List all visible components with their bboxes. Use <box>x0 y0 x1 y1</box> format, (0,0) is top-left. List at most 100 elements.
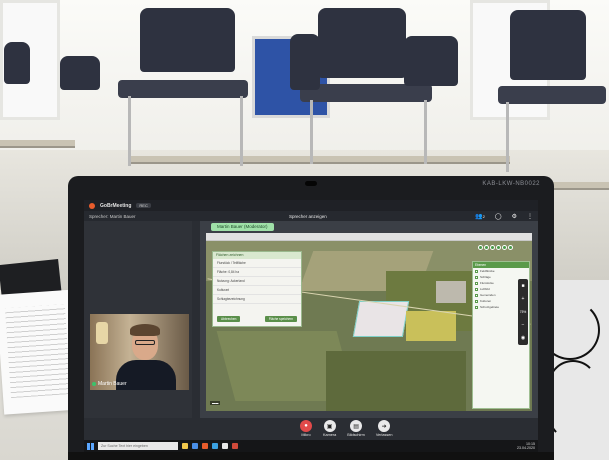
top-right-icons: 👥2 ◯ ⚙ ⋮ <box>475 213 533 220</box>
system-clock[interactable]: 10:15 23.04.2020 <box>517 442 535 450</box>
cable <box>548 360 598 440</box>
leave-button[interactable]: ➜ Verlassen <box>376 420 393 437</box>
presenter-label: Martin Bauer (Moderator) <box>211 223 274 231</box>
participant-video[interactable] <box>90 314 189 390</box>
dialog-title: Flächen zeichnen <box>213 252 301 259</box>
microphone-icon[interactable]: ● <box>300 420 312 432</box>
fullscreen-icon[interactable]: ■ <box>521 283 524 289</box>
checkbox-icon[interactable] <box>475 287 478 291</box>
leave-label: Verlassen <box>375 433 393 437</box>
participants-icon[interactable]: 👥2 <box>475 213 485 220</box>
map-toolbar <box>478 245 513 250</box>
participant-panel: Martin Bauer <box>84 221 192 418</box>
map-tool-icon[interactable] <box>484 245 489 250</box>
zoom-in-icon[interactable]: + <box>522 296 525 302</box>
map-field <box>326 351 466 411</box>
laptop-bezel <box>68 452 554 460</box>
zoom-out-icon[interactable]: − <box>522 322 525 328</box>
chair <box>498 86 606 104</box>
chair-leg <box>424 100 427 164</box>
taskbar-search[interactable]: Zur Suche Text hier eingeben <box>98 442 178 450</box>
layer-label: Schutzgebiete <box>480 305 500 309</box>
explorer-icon[interactable] <box>182 443 188 449</box>
layer-label: Flurstücke <box>480 281 494 285</box>
meeting-app-icon[interactable] <box>232 443 238 449</box>
mic-active-icon <box>92 382 96 386</box>
chat-icon[interactable]: ◯ <box>495 213 502 220</box>
lamp <box>96 322 108 344</box>
screen-share-button[interactable]: ▤ Bildschirm <box>347 420 365 437</box>
chair-leg <box>240 96 243 166</box>
participant-count: 2 <box>482 213 485 219</box>
camera-button[interactable]: ▣ Kamera <box>323 420 336 437</box>
laptop: KAB-LKW-NB0022 GoBrMeeting REC Sprecher:… <box>68 176 554 460</box>
map-tool-icon[interactable] <box>490 245 495 250</box>
checkbox-icon[interactable] <box>475 281 478 285</box>
shared-browser: Flächen zeichnen Flurstück / Teilfläche … <box>206 233 532 411</box>
paper-text-lines <box>4 304 72 399</box>
map-village <box>436 281 466 303</box>
checkbox-icon[interactable] <box>475 299 478 303</box>
call-controls: ● Mikro ▣ Kamera ▤ Bildschirm ➜ Verlasse… <box>300 420 393 437</box>
chair <box>60 56 100 90</box>
mail-icon[interactable] <box>212 443 218 449</box>
photo-scene: KAB-LKW-NB0022 GoBrMeeting REC Sprecher:… <box>0 0 609 460</box>
zoom-control: ■ + 75% − ◉ <box>518 279 528 345</box>
app-logo-icon <box>89 202 95 209</box>
aerial-map[interactable]: Flächen zeichnen Flurstück / Teilfläche … <box>206 241 532 411</box>
checkbox-icon[interactable] <box>475 293 478 297</box>
firefox-icon[interactable] <box>202 443 208 449</box>
edit-dialog: Flächen zeichnen Flurstück / Teilfläche … <box>212 251 302 327</box>
browser-address-bar[interactable] <box>206 233 532 241</box>
webcam <box>305 181 317 186</box>
chair <box>140 8 235 72</box>
map-tool-icon[interactable] <box>478 245 483 250</box>
chair <box>4 42 30 84</box>
layer-label: Schläge <box>480 275 491 279</box>
camera-icon[interactable]: ▣ <box>323 420 336 432</box>
dialog-field[interactable]: Kulturart <box>213 286 301 295</box>
more-icon[interactable]: ⋮ <box>527 213 533 220</box>
participant-name-tag: Martin Bauer <box>92 381 127 387</box>
app-icon[interactable] <box>222 443 228 449</box>
dialog-field[interactable]: Nutzung: Ackerland <box>213 277 301 286</box>
layer-label: Gemeinden <box>480 293 496 297</box>
chair <box>290 34 320 90</box>
checkbox-icon[interactable] <box>475 269 478 273</box>
edge-icon[interactable] <box>192 443 198 449</box>
layer-label: Luftbild <box>480 287 490 291</box>
locate-icon[interactable]: ◉ <box>521 335 525 341</box>
map-tool-icon[interactable] <box>502 245 507 250</box>
checkbox-icon[interactable] <box>475 275 478 279</box>
classroom-table <box>0 140 75 148</box>
dialog-field[interactable]: Fläche: 0,84 ha <box>213 268 301 277</box>
map-tool-icon[interactable] <box>496 245 501 250</box>
person-hair <box>130 324 160 336</box>
checkbox-icon[interactable] <box>475 305 478 309</box>
meeting-app-bar: GoBrMeeting REC <box>84 200 538 211</box>
screen-share-icon[interactable]: ▤ <box>350 420 363 432</box>
leave-icon[interactable]: ➜ <box>378 420 391 432</box>
recording-badge[interactable]: REC <box>136 203 151 208</box>
classroom-table <box>130 156 510 164</box>
screen-share-area: Martin Bauer (Moderator) Flächen zeichne… <box>200 221 538 418</box>
save-button[interactable]: Fläche speichern <box>264 316 297 322</box>
speaker-view-toggle[interactable]: Sprecher anzeigen <box>289 214 429 219</box>
cancel-button[interactable]: Abbrechen <box>217 316 241 322</box>
mic-button[interactable]: ● Mikro <box>300 420 312 437</box>
dialog-field[interactable]: Flurstück / Teilfläche <box>213 259 301 268</box>
clock-date: 23.04.2020 <box>517 446 535 450</box>
map-tool-icon[interactable] <box>508 245 513 250</box>
chair-leg <box>506 102 509 172</box>
layer-label: Kulturen <box>480 299 492 303</box>
chair-leg <box>128 96 131 166</box>
map-field <box>406 311 456 341</box>
dialog-field[interactable]: Schlagbezeichnung <box>213 295 301 304</box>
settings-icon[interactable]: ⚙ <box>512 213 517 220</box>
chair-leg <box>310 100 313 164</box>
zoom-level: 75% <box>519 309 527 314</box>
mic-label: Mikro <box>301 433 311 437</box>
start-icon[interactable] <box>87 442 94 450</box>
glasses <box>135 340 155 345</box>
chair <box>118 80 248 98</box>
